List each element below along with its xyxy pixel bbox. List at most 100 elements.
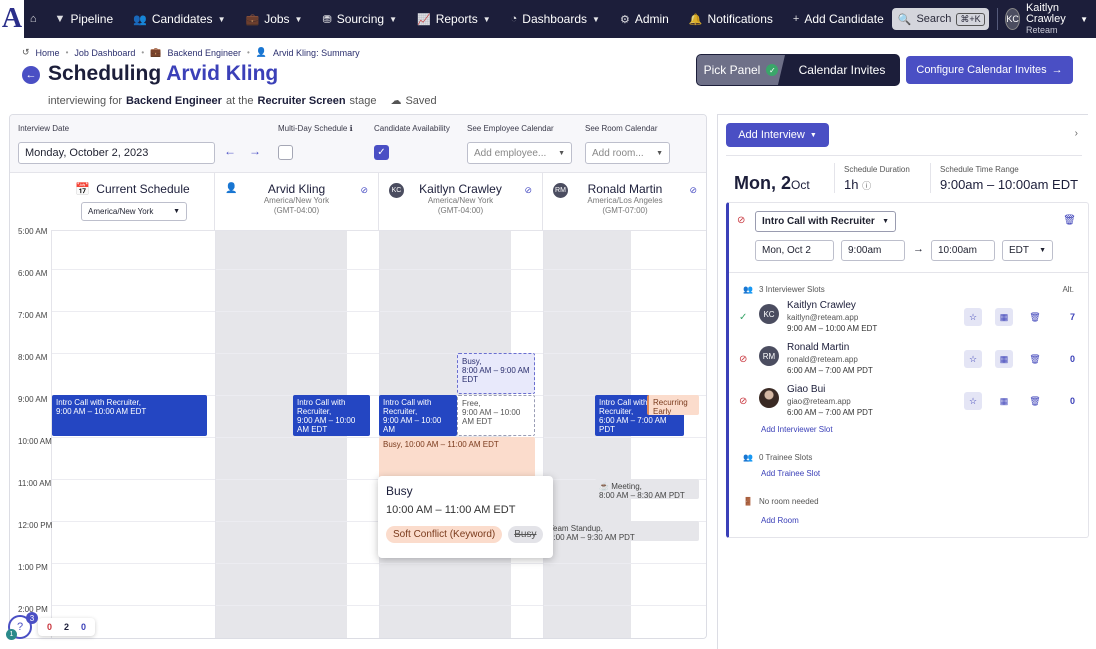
employee-select[interactable]: Add employee... ▼ — [467, 142, 572, 164]
time-label: 8:00 AM — [18, 353, 48, 362]
check-icon: ✓ — [377, 147, 386, 158]
status-badge: Busy — [508, 526, 543, 543]
home-link[interactable]: ⌂ — [24, 0, 45, 38]
info-icon: ℹ — [349, 124, 353, 133]
star-icon[interactable]: ☆ — [964, 350, 982, 368]
chevron-down-icon: ▼ — [809, 131, 817, 139]
check-icon: ✓ — [739, 312, 748, 323]
calendar-invites-tab[interactable]: Calendar Invites — [785, 55, 899, 85]
time-label: 9:00 AM — [18, 395, 48, 404]
user-menu[interactable]: KC Kaitlyn Crawley Reteam ▼ — [1005, 2, 1088, 36]
configure-calendar-invites-button[interactable]: Configure Calendar Invites → — [906, 56, 1073, 84]
calendar-event[interactable]: Intro Call with Recruiter, 9:00 AM – 10:… — [293, 395, 370, 436]
info-icon: ⓘ — [862, 181, 872, 191]
multi-day-checkbox[interactable] — [278, 145, 293, 160]
nav-dashboards[interactable]: ◔ Dashboards ▼ — [501, 0, 610, 38]
interview-type-select[interactable]: Intro Call with Recruiter ▼ — [755, 211, 896, 232]
time-label: 11:00 AM — [18, 479, 52, 488]
arrow-right-icon: → — [249, 144, 261, 158]
add-room-link[interactable]: Add Room — [761, 516, 799, 525]
eye-off-icon[interactable]: ⊘ — [360, 185, 368, 196]
divider — [729, 272, 1089, 273]
nav-jobs[interactable]: 💼 Jobs ▼ — [235, 0, 312, 38]
busy-block[interactable]: Busy, 8:00 AM – 9:00 AM EDT — [457, 353, 535, 394]
calendar-event[interactable]: Intro Call with Recruiter, 9:00 AM – 10:… — [52, 395, 207, 436]
employee-calendar-label: See Employee Calendar — [467, 124, 554, 133]
reteam-logo[interactable]: A — [0, 0, 24, 38]
next-day-button[interactable]: → — [249, 144, 261, 158]
calendar-icon[interactable]: ▦ — [995, 308, 1013, 326]
prev-day-button[interactable]: ← — [224, 144, 236, 158]
breadcrumb-job-dashboard[interactable]: Job Dashboard — [74, 48, 135, 58]
chevron-down-icon: ▼ — [592, 14, 600, 24]
warning-count: 2 — [64, 622, 70, 632]
calendar-event[interactable]: Intro Call with Recruiter, 9:00 AM – 10:… — [379, 395, 457, 436]
nav-reports[interactable]: 📈 Reports ▼ — [407, 0, 501, 38]
timezone-select[interactable]: EDT ▼ — [1002, 240, 1053, 261]
nav-sourcing[interactable]: ⛃ Sourcing ▼ — [312, 0, 407, 38]
top-nav: A ⌂ ▼ Pipeline 👥 Candidates ▼ 💼 Jobs ▼ ⛃ Sourc… — [0, 0, 1096, 38]
add-trainee-slot-link[interactable]: Add Trainee Slot — [761, 469, 820, 478]
person-icon: 👤 — [255, 47, 268, 57]
eye-off-icon[interactable]: ⊘ — [689, 185, 697, 196]
chevron-down-icon: ▼ — [656, 149, 663, 157]
chevron-right-icon[interactable]: › — [1075, 128, 1078, 139]
search-button[interactable]: 🔍 Search ⌘+K — [891, 8, 989, 30]
nav-pipeline[interactable]: ▼ Pipeline — [45, 0, 124, 38]
back-button[interactable]: ← — [22, 66, 40, 84]
star-icon[interactable]: ☆ — [964, 308, 982, 326]
calendar-icon[interactable]: ▦ — [995, 392, 1013, 410]
busy-event[interactable]: Busy, 10:00 AM – 11:00 AM EDT — [379, 437, 535, 479]
free-block[interactable]: Free, 9:00 AM – 10:00 AM EDT — [457, 395, 535, 436]
trash-icon[interactable]: 🗑 — [1026, 308, 1044, 326]
eye-off-icon[interactable]: ⊘ — [524, 185, 532, 196]
time-label: 10:00 AM — [18, 437, 52, 446]
interview-date-input[interactable]: Monday, October 2, 2023 — [18, 142, 215, 164]
blocked-icon: ⊘ — [737, 215, 746, 226]
alt-count[interactable]: 0 — [1070, 396, 1075, 406]
room-select[interactable]: Add room... ▼ — [585, 142, 670, 164]
pick-panel-tab[interactable]: Pick Panel ✓ — [697, 55, 785, 85]
trash-icon[interactable]: 🗑 — [1026, 392, 1044, 410]
candidate-name[interactable]: Arvid Kling — [166, 62, 278, 85]
chevron-down-icon: ▼ — [482, 14, 491, 24]
alt-count[interactable]: 7 — [1070, 312, 1075, 322]
add-interview-button[interactable]: Add Interview ▼ — [726, 123, 829, 147]
avatar: RM — [759, 346, 779, 366]
trash-icon[interactable]: 🗑 — [1026, 350, 1044, 368]
check-icon: ✓ — [766, 64, 779, 76]
help-button[interactable]: ? 3 1 — [6, 612, 38, 640]
trash-icon[interactable]: 🗑 — [1063, 215, 1076, 226]
breadcrumb-job[interactable]: Backend Engineer — [167, 48, 241, 58]
chevron-down-icon: ▼ — [294, 14, 303, 24]
breadcrumb-candidate[interactable]: Arvid Kling: Summary — [273, 48, 360, 58]
end-time-field[interactable]: 10:00am — [931, 240, 995, 261]
breadcrumb-separator: • — [247, 48, 250, 57]
duration-value: 1h ⓘ — [844, 177, 872, 192]
alt-count[interactable]: 0 — [1070, 354, 1075, 364]
job-name: Backend Engineer — [125, 94, 222, 107]
calendar-event[interactable]: Team Standup, 9:00 AM – 9:30 AM PDT — [545, 521, 699, 541]
availability-checkbox[interactable]: ✓ — [374, 145, 389, 160]
add-interviewer-slot-link[interactable]: Add Interviewer Slot — [761, 425, 833, 434]
error-count: 0 — [47, 622, 53, 632]
calendar-icon[interactable]: ▦ — [995, 350, 1013, 368]
interview-date-field[interactable]: Mon, Oct 2 — [755, 240, 834, 261]
calendar-icon: 📅 — [75, 182, 91, 196]
recurring-event[interactable]: Recurring Early Event, — [647, 395, 699, 415]
breadcrumb-home[interactable]: Home — [36, 48, 60, 58]
start-time-field[interactable]: 9:00am — [841, 240, 905, 261]
interviewer-row: ⊘ Giao Bui giao@reteam.app 6:00 AM – 7:0… — [739, 384, 1075, 417]
nav-admin[interactable]: ⚙ Admin — [610, 0, 679, 38]
timezone-select[interactable]: America/New York ▼ — [81, 202, 187, 221]
nav-candidates[interactable]: 👥 Candidates ▼ — [123, 0, 235, 38]
issue-counts[interactable]: 0 2 0 — [38, 618, 96, 636]
history-icon: ↺ — [22, 47, 30, 57]
divider — [726, 155, 1082, 156]
time-label: 5:00 AM — [18, 227, 48, 236]
notifications-button[interactable]: 🔔 Notifications — [679, 0, 783, 38]
calendar-event[interactable]: ☕ Meeting, 8:00 AM – 8:30 AM PDT — [595, 479, 699, 499]
add-candidate-button[interactable]: + Add Candidate — [783, 0, 888, 38]
blocked-icon: ⊘ — [739, 354, 748, 365]
star-icon[interactable]: ☆ — [964, 392, 982, 410]
